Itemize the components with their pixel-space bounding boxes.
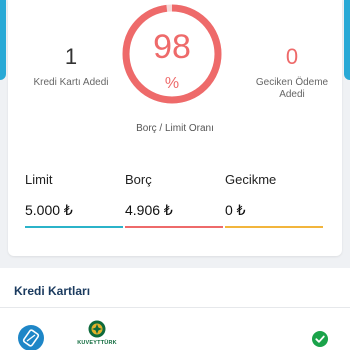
debt-ratio-gauge: 98 % bbox=[120, 2, 224, 106]
credit-card-count: 1 bbox=[64, 44, 78, 69]
limit-bar bbox=[25, 226, 123, 228]
debt-value: 4.906 ₺ bbox=[125, 202, 173, 218]
late-payment-count-stat: 0 Geciken Ödeme Adedi bbox=[244, 42, 340, 101]
debt-label: Borç bbox=[125, 172, 152, 187]
credit-card-count-label: Kredi Kartı Adedi bbox=[33, 77, 109, 88]
late-value: 0 ₺ bbox=[225, 202, 246, 218]
credit-cards-section: Kredi Kartları KUVEYTTÜRK bbox=[0, 268, 350, 350]
late-payment-count-label: Geciken Ödeme Adedi bbox=[255, 77, 329, 100]
bank-logo-text: KUVEYTTÜRK bbox=[77, 340, 117, 346]
kuveyt-turk-logo[interactable]: KUVEYTTÜRK bbox=[76, 320, 118, 350]
limit-metric: Limit 5.000 ₺ bbox=[25, 172, 125, 228]
debt-ratio-caption: Borç / Limit Oranı bbox=[136, 123, 214, 134]
credit-cards-title: Kredi Kartları bbox=[14, 284, 91, 298]
check-icon bbox=[312, 331, 328, 347]
section-divider bbox=[0, 307, 350, 308]
bank-card-icon[interactable] bbox=[18, 325, 44, 350]
debt-bar bbox=[125, 226, 223, 228]
limit-value: 5.000 ₺ bbox=[25, 202, 73, 218]
debt-ratio-unit: % bbox=[164, 75, 180, 92]
late-bar bbox=[225, 226, 323, 228]
late-label: Gecikme bbox=[225, 172, 277, 187]
left-edge-accent bbox=[0, 0, 6, 80]
credit-card-count-stat: 1 Kredi Kartı Adedi bbox=[28, 42, 114, 89]
debt-ratio-value: 98 bbox=[153, 28, 191, 66]
right-edge-accent bbox=[344, 0, 350, 80]
late-payment-count: 0 bbox=[285, 44, 299, 69]
credit-summary-card: 1 Kredi Kartı Adedi 98 % 0 Geciken Ödeme… bbox=[8, 0, 342, 256]
debt-metric: Borç 4.906 ₺ bbox=[125, 172, 225, 228]
late-metric: Gecikme 0 ₺ bbox=[225, 172, 325, 228]
limit-label: Limit bbox=[25, 172, 53, 187]
